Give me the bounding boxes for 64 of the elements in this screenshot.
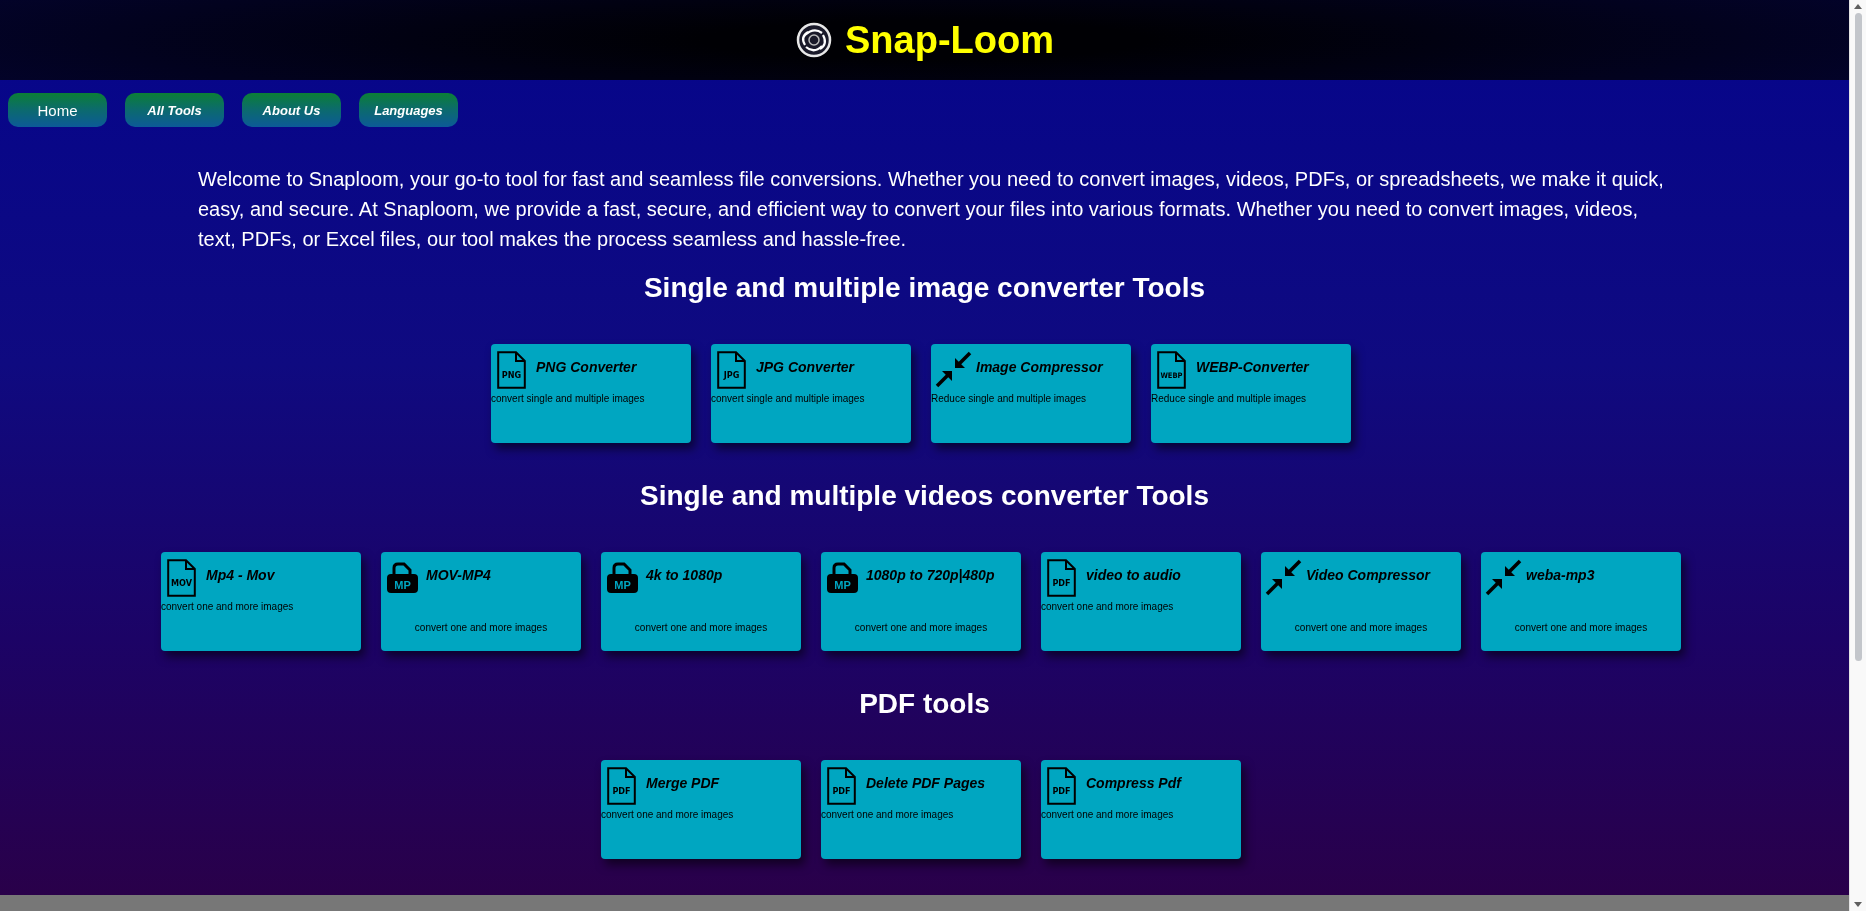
tool-card-description: convert one and more images — [634, 622, 768, 634]
tool-card-title: PNG Converter — [536, 358, 637, 376]
tool-card-title: Delete PDF Pages — [866, 774, 986, 792]
inward-arrows-icon — [1485, 559, 1522, 596]
tool-card-description: convert one and more images — [161, 601, 294, 613]
tool-card-description: convert one and more images — [1041, 601, 1174, 613]
tool-card-description: Reduce single and multiple images — [1151, 393, 1307, 405]
tool-card[interactable]: weba-mp3 convert one and more images — [1481, 552, 1681, 651]
tool-card[interactable]: Image Compressor Reduce single and multiple images — [931, 344, 1131, 443]
tool-card-description: convert one and more images — [1514, 622, 1648, 634]
tool-card[interactable]: PDF Merge PDF convert one and more images — [601, 760, 801, 859]
nav-button[interactable]: About Us — [242, 93, 341, 127]
tool-card-description: convert one and more images — [414, 622, 548, 634]
tool-card-title: JPG Converter — [756, 358, 855, 376]
nav-button[interactable]: Languages — [359, 93, 458, 127]
document-icon: PDF — [827, 767, 856, 805]
document-icon: PNG — [497, 351, 526, 389]
logo-icon — [795, 21, 833, 59]
tool-card[interactable]: JPG JPG Converter convert single and multiple images — [711, 344, 911, 443]
tool-card[interactable]: MP MOV-MP4 convert one and more images — [381, 552, 581, 651]
tool-card-description: convert one and more images — [1294, 622, 1428, 634]
tool-card-description: Reduce single and multiple images — [931, 393, 1087, 405]
tool-card-description: convert one and more images — [821, 809, 954, 821]
document-icon: MOV — [167, 559, 196, 597]
tool-card-description: convert single and multiple images — [711, 393, 865, 405]
tool-card-title: video to audio — [1086, 566, 1181, 584]
tool-card-description: convert one and more images — [854, 622, 988, 634]
tool-card[interactable]: MOV Mp4 - Mov convert one and more images — [161, 552, 361, 651]
tool-card[interactable]: PDF video to audio convert one and more images — [1041, 552, 1241, 651]
tool-card-description: convert one and more images — [1041, 809, 1174, 821]
tool-card[interactable]: MP 1080p to 720p|480p convert one and more images — [821, 552, 1021, 651]
tool-card-title: Mp4 - Mov — [206, 566, 275, 584]
tool-card-title: Image Compressor — [976, 358, 1103, 376]
scroll-down-icon[interactable] — [1854, 902, 1862, 907]
tool-card-title: Video Compressor — [1306, 566, 1430, 584]
document-icon: PDF — [607, 767, 636, 805]
tool-card[interactable]: MP 4k to 1080p convert one and more images — [601, 552, 801, 651]
nav-button[interactable]: Home — [8, 93, 107, 127]
tool-card[interactable]: PDF Compress Pdf convert one and more images — [1041, 760, 1241, 859]
section-heading: Single and multiple videos converter Tools — [639, 479, 1210, 513]
tool-card-title: Compress Pdf — [1086, 774, 1181, 792]
document-icon: PDF — [1047, 559, 1076, 597]
tool-card-title: Merge PDF — [646, 774, 720, 792]
tool-card-description: convert single and multiple images — [491, 393, 645, 405]
nav-button[interactable]: All Tools — [125, 93, 224, 127]
scrollbar-thumb[interactable] — [1854, 13, 1862, 661]
document-icon: PDF — [1047, 767, 1076, 805]
tool-card-title: weba-mp3 — [1526, 566, 1595, 584]
section-heading: Single and multiple image converter Tools — [642, 271, 1207, 305]
scroll-up-icon[interactable] — [1854, 4, 1862, 9]
tool-card[interactable]: PDF Delete PDF Pages convert one and more images — [821, 760, 1021, 859]
document-icon: JPG — [717, 351, 746, 389]
inward-arrows-icon — [935, 351, 972, 388]
tool-card[interactable]: PNG PNG Converter convert single and multiple images — [491, 344, 691, 443]
tool-card-description: convert one and more images — [601, 809, 734, 821]
tool-card[interactable]: Video Compressor convert one and more images — [1261, 552, 1461, 651]
inward-arrows-icon — [1265, 559, 1302, 596]
tool-card-title: 4k to 1080p — [646, 566, 723, 584]
tool-card-title: WEBP-Converter — [1196, 358, 1309, 376]
section-heading: PDF tools — [858, 687, 991, 721]
tool-card-title: 1080p to 720p|480p — [866, 566, 995, 584]
tool-card-title: MOV-MP4 — [426, 566, 491, 584]
site-title: Snap-Loom — [845, 18, 1054, 63]
intro-paragraph: Welcome to Snaploom, your go-to tool for fast and seamless file conversions. Whether you need to convert images, videos, PDFs, or spreadsheets, we make it quick, easy, and secure. At Snaploom, we provide a fast, secure, and efficient way to convert your files into various formats. Whether you need to convert images, videos, text, PDFs, or Excel files, our tool makes the process seamless and hassle-free. — [197, 167, 1665, 252]
